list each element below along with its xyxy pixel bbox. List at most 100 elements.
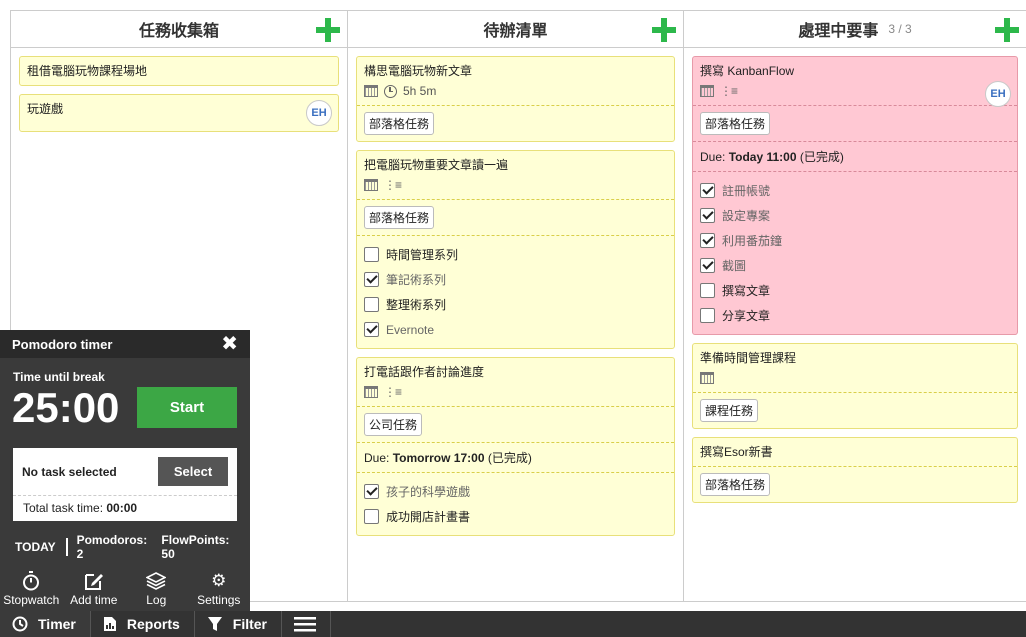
column-in-progress: 處理中要事 3 / 3 撰寫 KanbanFlow EH ⋮≡ 部落格任務 Du… (683, 11, 1026, 601)
avatar[interactable]: EH (306, 100, 332, 126)
subtask-label: 整理術系列 (386, 298, 447, 312)
due-value: Today 11:00 (728, 150, 797, 164)
add-time-button[interactable]: Add time (63, 566, 126, 611)
subtasks-icon[interactable]: ⋮≡ (384, 178, 402, 192)
task-card[interactable]: 撰寫Esor新書 部落格任務 (692, 437, 1018, 503)
add-task-button[interactable] (995, 18, 1019, 42)
subtask-checkbox[interactable] (364, 509, 379, 524)
column-title: 處理中要事 (798, 23, 879, 40)
divider (357, 199, 674, 200)
total-task-time: Total task time: 00:00 (13, 496, 237, 520)
total-time-label: Total task time: (23, 501, 107, 515)
calendar-icon[interactable] (700, 85, 714, 97)
add-task-button[interactable] (652, 18, 676, 42)
divider (357, 442, 674, 443)
column-title: 任務收集箱 (138, 23, 219, 40)
subtask-checkbox[interactable] (700, 183, 715, 198)
task-card[interactable]: 玩遊戲 EH (19, 94, 339, 132)
bottom-toolbar: Timer Reports Filter (0, 611, 1026, 637)
subtask-item[interactable]: 撰寫文章 (700, 278, 1010, 303)
subtasks-icon[interactable]: ⋮≡ (384, 385, 402, 399)
task-card[interactable]: 把電腦玩物重要文章讀一遍 ⋮≡ 部落格任務 時間管理系列 筆記術系列 整理術系列… (356, 150, 675, 349)
task-tag[interactable]: 部落格任務 (700, 473, 771, 496)
timer-label: Timer (38, 616, 76, 632)
subtask-item[interactable]: 註冊帳號 (700, 178, 1010, 203)
gear-icon: ⚙ (211, 570, 227, 590)
log-button[interactable]: Log (125, 566, 188, 611)
close-icon[interactable]: ✖ (221, 334, 238, 354)
task-card[interactable]: 打電話跟作者討論進度 ⋮≡ 公司任務 Due: Tomorrow 17:00 (… (356, 357, 675, 536)
pomodoro-toolbar: Stopwatch Add time Log ⚙ Settings (0, 566, 250, 611)
task-card[interactable]: 租借電腦玩物課程場地 (19, 56, 339, 86)
pomodoro-title: Pomodoro timer (12, 336, 113, 352)
subtask-item[interactable]: 截圖 (700, 253, 1010, 278)
task-title: 撰寫Esor新書 (700, 445, 773, 459)
avatar[interactable]: EH (985, 81, 1011, 107)
subtask-checkbox[interactable] (700, 208, 715, 223)
subtask-item[interactable]: 筆記術系列 (364, 267, 667, 292)
task-card[interactable]: 撰寫 KanbanFlow EH ⋮≡ 部落格任務 Due: Today 11:… (692, 56, 1018, 335)
task-title: 打電話跟作者討論進度 (364, 365, 485, 379)
task-icons: ⋮≡ (700, 83, 1010, 99)
subtask-checkbox[interactable] (700, 308, 715, 323)
start-button[interactable]: Start (137, 387, 237, 428)
stopwatch-button[interactable]: Stopwatch (0, 566, 63, 611)
settings-button[interactable]: ⚙ Settings (188, 566, 251, 611)
subtask-item[interactable]: 孩子的科學遊戲 (364, 479, 667, 504)
subtask-checkbox[interactable] (364, 484, 379, 499)
task-card[interactable]: 構思電腦玩物新文章 5h 5m 部落格任務 (356, 56, 675, 142)
subtask-checkbox[interactable] (364, 297, 379, 312)
subtasks-icon[interactable]: ⋮≡ (720, 84, 738, 98)
task-title: 租借電腦玩物課程場地 (27, 64, 148, 78)
calendar-icon[interactable] (364, 386, 378, 398)
pomodoros-label: Pomodoros: (76, 533, 148, 547)
time-spent: 5h 5m (403, 84, 437, 98)
subtask-item[interactable]: 整理術系列 (364, 292, 667, 317)
calendar-icon[interactable] (364, 85, 378, 97)
subtask-checkbox[interactable] (364, 247, 379, 262)
task-tag[interactable]: 課程任務 (700, 399, 759, 422)
subtask-checkbox[interactable] (700, 258, 715, 273)
subtask-item[interactable]: Evernote (364, 317, 667, 342)
subtask-item[interactable]: 分享文章 (700, 303, 1010, 328)
due-value: Tomorrow 17:00 (392, 451, 485, 465)
task-title: 把電腦玩物重要文章讀一遍 (364, 158, 509, 172)
divider (357, 406, 674, 407)
filter-label: Filter (232, 616, 268, 632)
task-tag[interactable]: 部落格任務 (364, 206, 435, 229)
edit-icon (84, 571, 104, 591)
due-prefix: Due: (364, 451, 393, 465)
subtask-item[interactable]: 利用番茄鐘 (700, 228, 1010, 253)
flowpoints-label: FlowPoints: (161, 533, 230, 547)
subtask-item[interactable]: 成功開店計畫書 (364, 504, 667, 529)
subtask-label: 孩子的科學遊戲 (386, 485, 471, 499)
subtask-checkbox[interactable] (364, 322, 379, 337)
task-tag[interactable]: 公司任務 (364, 413, 423, 436)
calendar-icon[interactable] (700, 372, 714, 384)
subtask-checkbox[interactable] (364, 272, 379, 287)
reports-tab[interactable]: Reports (91, 611, 195, 637)
subtask-item[interactable]: 時間管理系列 (364, 242, 667, 267)
task-title: 撰寫 KanbanFlow (700, 64, 795, 78)
task-icons (700, 370, 1010, 386)
divider (65, 538, 68, 556)
task-tag[interactable]: 部落格任務 (700, 112, 771, 135)
task-tag[interactable]: 部落格任務 (364, 112, 435, 135)
subtask-label: 撰寫文章 (722, 284, 771, 298)
subtask-checkbox[interactable] (700, 283, 715, 298)
pomodoros-value: 2 (76, 547, 84, 561)
menu-button[interactable] (282, 611, 332, 637)
pomodoro-subtitle: Time until break (13, 370, 105, 384)
flowpoints-count: FlowPoints: 50 (161, 533, 241, 561)
task-card[interactable]: 準備時間管理課程 課程任務 (692, 343, 1018, 429)
subtask-checkbox[interactable] (700, 233, 715, 248)
add-task-button[interactable] (316, 18, 340, 42)
timer-tab[interactable]: Timer (0, 611, 91, 637)
calendar-icon[interactable] (364, 179, 378, 191)
select-task-button[interactable]: Select (158, 457, 228, 486)
filter-tab[interactable]: Filter (195, 611, 283, 637)
clock-icon (12, 616, 28, 632)
subtask-item[interactable]: 設定專案 (700, 203, 1010, 228)
column-body: 租借電腦玩物課程場地 玩遊戲 EH (11, 48, 347, 132)
pomodoro-panel: Pomodoro timer ✖ Time until break 25:00 … (0, 330, 250, 611)
